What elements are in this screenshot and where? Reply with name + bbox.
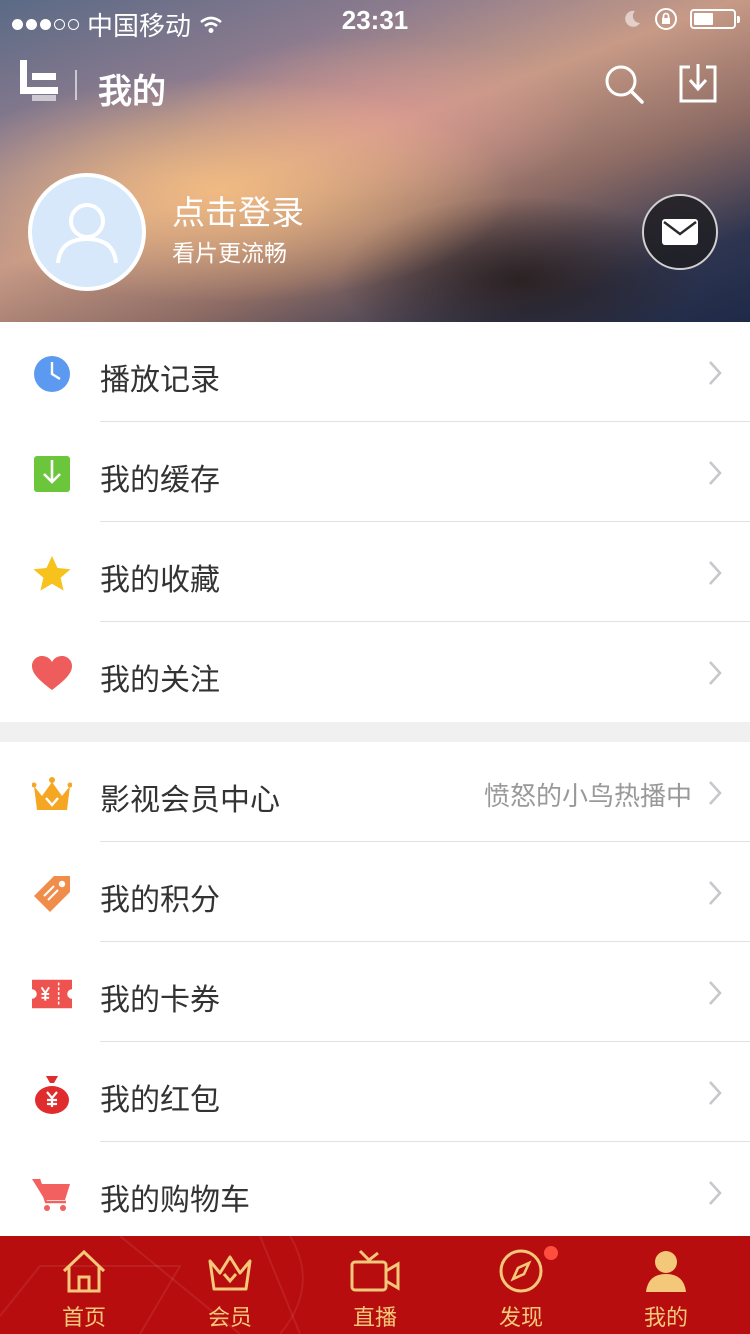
tag-icon (32, 874, 72, 914)
mail-icon (662, 219, 698, 245)
top-bar: 我的 (0, 56, 750, 116)
notification-badge (544, 1246, 558, 1260)
heart-icon (32, 654, 72, 694)
menu-group-account: 影视会员中心 愤怒的小鸟热播中 我的积分 我的卡券 我的红包 我的购物车 (0, 742, 750, 1236)
menu-item-label: 我的收藏 (100, 564, 220, 597)
promo-text: 愤怒的小鸟热播中 (483, 781, 692, 811)
menu-item-my-coupons[interactable]: 我的卡券 (0, 942, 750, 1042)
login-link[interactable]: 点击登录 (172, 186, 304, 234)
download-box-icon (32, 454, 72, 494)
menu-item-shopping-cart[interactable]: 我的购物车 (0, 1142, 750, 1236)
tab-home[interactable]: 首页 (9, 1236, 159, 1334)
search-icon[interactable] (602, 62, 646, 106)
tab-mine[interactable]: 我的 (591, 1236, 741, 1334)
menu-item-my-follows[interactable]: 我的关注 (0, 622, 750, 722)
ticket-icon (32, 974, 72, 1014)
orientation-lock-icon (655, 8, 677, 30)
clock-icon (32, 354, 72, 394)
chevron-right-icon (709, 561, 722, 585)
moon-icon (625, 10, 640, 27)
menu-item-label: 我的卡券 (100, 984, 220, 1017)
user-placeholder-icon (56, 203, 118, 264)
menu-item-play-history[interactable]: 播放记录 (0, 322, 750, 422)
tab-label: 直播 (352, 1305, 397, 1330)
tab-label: 发现 (498, 1305, 543, 1330)
page-title: 我的 (98, 73, 166, 111)
menu-item-vip-center[interactable]: 影视会员中心 愤怒的小鸟热播中 (0, 742, 750, 842)
money-bag-icon (32, 1074, 72, 1114)
crown-icon (205, 1246, 255, 1296)
menu-item-label: 我的缓存 (100, 464, 220, 497)
tab-discover[interactable]: 发现 (446, 1236, 596, 1334)
tab-vip[interactable]: 会员 (155, 1236, 305, 1334)
menu-item-label: 影视会员中心 (100, 784, 280, 817)
menu-item-label: 我的积分 (100, 884, 220, 917)
crown-icon (32, 774, 72, 814)
chevron-right-icon (709, 981, 722, 1005)
tab-bar: 首页 会员 直播 发现 我的 (0, 1236, 750, 1334)
menu-item-my-favorites[interactable]: 我的收藏 (0, 522, 750, 622)
title-separator (75, 70, 77, 100)
video-camera-icon (350, 1246, 400, 1296)
home-icon (59, 1246, 109, 1296)
star-icon (32, 554, 72, 594)
chevron-right-icon (709, 881, 722, 905)
status-bar: 中国移动 23:31 (0, 0, 750, 41)
letv-logo-icon (20, 60, 58, 101)
tab-label: 会员 (207, 1305, 252, 1330)
chevron-right-icon (709, 1181, 722, 1205)
user-icon (641, 1246, 691, 1296)
tab-live[interactable]: 直播 (300, 1236, 450, 1334)
tab-label: 我的 (643, 1305, 688, 1330)
chevron-right-icon (709, 661, 722, 685)
cart-icon (32, 1174, 72, 1214)
profile-header: 中国移动 23:31 我的 点击登录 看片更流畅 (0, 0, 750, 322)
avatar[interactable] (28, 173, 146, 291)
chevron-right-icon (709, 1081, 722, 1105)
menu-item-my-cache[interactable]: 我的缓存 (0, 422, 750, 522)
menu-item-label: 我的关注 (100, 664, 220, 697)
menu-item-my-red-packets[interactable]: 我的红包 (0, 1042, 750, 1142)
chevron-right-icon (709, 781, 722, 805)
chevron-right-icon (709, 361, 722, 385)
login-subtitle: 看片更流畅 (172, 240, 287, 266)
chevron-right-icon (709, 461, 722, 485)
tab-label: 首页 (61, 1305, 106, 1330)
menu-item-label: 播放记录 (100, 364, 220, 397)
menu-item-label: 我的红包 (100, 1084, 220, 1117)
compass-icon (496, 1246, 546, 1296)
menu-group-media: 播放记录 我的缓存 我的收藏 我的关注 (0, 322, 750, 722)
menu-item-my-points[interactable]: 我的积分 (0, 842, 750, 942)
menu-item-label: 我的购物车 (100, 1184, 250, 1217)
messages-button[interactable] (642, 194, 718, 270)
battery-icon (690, 9, 740, 29)
download-icon[interactable] (678, 64, 718, 104)
